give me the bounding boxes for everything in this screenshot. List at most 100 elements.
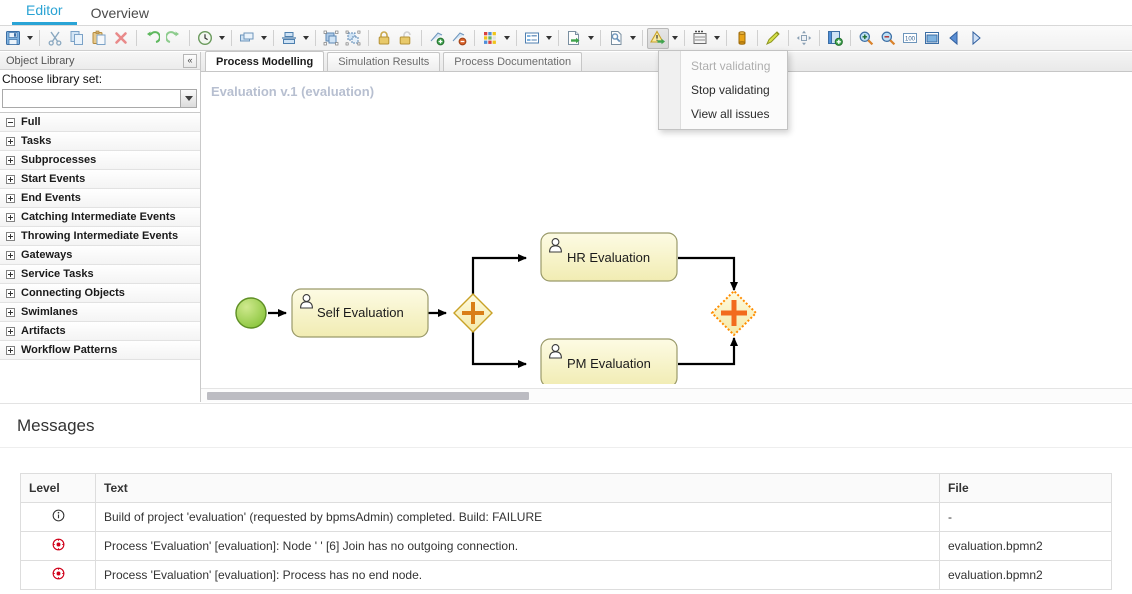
plus-icon[interactable] <box>6 345 15 355</box>
ungroup-icon[interactable] <box>342 28 364 49</box>
toolbar-separator <box>189 30 190 46</box>
save-caret-icon[interactable] <box>24 28 35 49</box>
lock-icon[interactable] <box>373 28 395 49</box>
sidebar-item-workflow-patterns[interactable]: Workflow Patterns <box>0 341 200 360</box>
object-library-list: Full Tasks Subprocesses Start Events End… <box>0 112 200 402</box>
library-set-select[interactable] <box>2 89 197 108</box>
validate-icon[interactable] <box>647 27 669 49</box>
delete-icon[interactable] <box>110 28 132 49</box>
tab-editor-label: Editor <box>26 2 63 18</box>
export-caret-icon[interactable] <box>585 28 596 49</box>
next-icon[interactable] <box>965 28 987 49</box>
group-icon[interactable] <box>320 28 342 49</box>
save-icon[interactable] <box>2 28 24 49</box>
sidebar-item-artifacts[interactable]: Artifacts <box>0 322 200 341</box>
toolbar-separator <box>315 30 316 46</box>
horizontal-scrollbar[interactable] <box>201 388 1132 402</box>
unlock-icon[interactable] <box>395 28 417 49</box>
parallel-gateway-split[interactable] <box>453 293 493 333</box>
plus-icon[interactable] <box>6 269 15 279</box>
minus-icon[interactable] <box>6 117 15 127</box>
tab-process-documentation[interactable]: Process Documentation <box>443 52 583 71</box>
copy-icon[interactable] <box>66 28 88 49</box>
sidebar-item-subprocesses[interactable]: Subprocesses <box>0 151 200 170</box>
undo-icon[interactable] <box>141 28 163 49</box>
sidebar-item-swimlanes[interactable]: Swimlanes <box>0 303 200 322</box>
attach-caret-icon[interactable] <box>627 28 638 49</box>
simulate-icon[interactable] <box>689 28 711 49</box>
toolbar-separator <box>757 30 758 46</box>
align-icon[interactable] <box>278 28 300 49</box>
menu-item-view-all-issues[interactable]: View all issues <box>659 102 787 126</box>
tab-process-modelling[interactable]: Process Modelling <box>205 51 325 71</box>
plus-icon[interactable] <box>6 193 15 203</box>
zoom-out-icon[interactable] <box>877 28 899 49</box>
plus-icon[interactable] <box>6 155 15 165</box>
sidebar-item-end-events[interactable]: End Events <box>0 189 200 208</box>
parallel-gateway-join[interactable] <box>710 289 758 337</box>
paste-icon[interactable] <box>88 28 110 49</box>
palette-caret-icon[interactable] <box>501 28 512 49</box>
collapse-panel-icon[interactable]: « <box>183 53 197 68</box>
fit-page-icon[interactable] <box>921 28 943 49</box>
cut-icon[interactable] <box>44 28 66 49</box>
table-row[interactable]: Process 'Evaluation' [evaluation]: Node … <box>20 531 1112 561</box>
task-hr-evaluation[interactable]: HR Evaluation <box>540 232 678 282</box>
layout-icon[interactable] <box>236 28 258 49</box>
table-row[interactable]: Build of project 'evaluation' (requested… <box>20 502 1112 532</box>
plus-icon[interactable] <box>6 250 15 260</box>
table-row[interactable]: Process 'Evaluation' [evaluation]: Proce… <box>20 560 1112 590</box>
database-icon[interactable] <box>731 28 753 49</box>
message-file[interactable]: evaluation.bpmn2 <box>939 531 1112 561</box>
message-file[interactable]: evaluation.bpmn2 <box>939 560 1112 590</box>
properties-icon[interactable] <box>521 28 543 49</box>
tab-simulation-results[interactable]: Simulation Results <box>327 52 441 71</box>
toolbar-separator <box>516 30 517 46</box>
sidebar-item-connecting-objects[interactable]: Connecting Objects <box>0 284 200 303</box>
layout-caret-icon[interactable] <box>258 28 269 49</box>
attach-icon[interactable] <box>605 28 627 49</box>
validate-caret-icon[interactable] <box>669 28 680 49</box>
sidebar-item-tasks[interactable]: Tasks <box>0 132 200 151</box>
menu-item-stop-validating[interactable]: Stop validating <box>659 78 787 102</box>
palette-icon[interactable] <box>479 28 501 49</box>
export-icon[interactable] <box>563 28 585 49</box>
sidebar-item-label: Throwing Intermediate Events <box>21 230 179 242</box>
zoom-in-icon[interactable] <box>855 28 877 49</box>
plus-icon[interactable] <box>6 307 15 317</box>
sidebar-item-label: Full <box>21 116 41 128</box>
sidebar-item-throwing-intermediate-events[interactable]: Throwing Intermediate Events <box>0 227 200 246</box>
edit-pencil-icon[interactable] <box>762 28 784 49</box>
plus-icon[interactable] <box>6 212 15 222</box>
align-caret-icon[interactable] <box>300 28 311 49</box>
zoom-out-shape-icon[interactable] <box>448 28 470 49</box>
task-self-evaluation[interactable]: Self Evaluation <box>291 288 429 338</box>
plus-icon[interactable] <box>6 136 15 146</box>
plus-icon[interactable] <box>6 174 15 184</box>
plus-icon[interactable] <box>6 231 15 241</box>
sidebar-item-catching-intermediate-events[interactable]: Catching Intermediate Events <box>0 208 200 227</box>
zoom-in-shape-icon[interactable] <box>426 28 448 49</box>
chevron-down-icon[interactable] <box>180 89 197 108</box>
sidebar-item-gateways[interactable]: Gateways <box>0 246 200 265</box>
previous-icon[interactable] <box>943 28 965 49</box>
plus-icon[interactable] <box>6 288 15 298</box>
move-icon[interactable] <box>793 28 815 49</box>
start-event-node[interactable] <box>235 297 267 329</box>
plus-icon[interactable] <box>6 326 15 336</box>
tab-editor[interactable]: Editor <box>12 3 77 25</box>
scrollbar-thumb[interactable] <box>207 392 529 400</box>
tab-overview[interactable]: Overview <box>77 6 163 25</box>
task-pm-evaluation[interactable]: PM Evaluation <box>540 338 678 384</box>
sidebar-item-full[interactable]: Full <box>0 113 200 132</box>
message-text: Process 'Evaluation' [evaluation]: Node … <box>95 531 940 561</box>
redo-icon[interactable] <box>163 28 185 49</box>
sidebar-item-start-events[interactable]: Start Events <box>0 170 200 189</box>
simulate-caret-icon[interactable] <box>711 28 722 49</box>
history-icon[interactable] <box>194 28 216 49</box>
properties-caret-icon[interactable] <box>543 28 554 49</box>
sidebar-item-service-tasks[interactable]: Service Tasks <box>0 265 200 284</box>
zoom-100-icon[interactable]: 100 <box>899 28 921 49</box>
history-caret-icon[interactable] <box>216 28 227 49</box>
add-document-icon[interactable] <box>824 28 846 49</box>
